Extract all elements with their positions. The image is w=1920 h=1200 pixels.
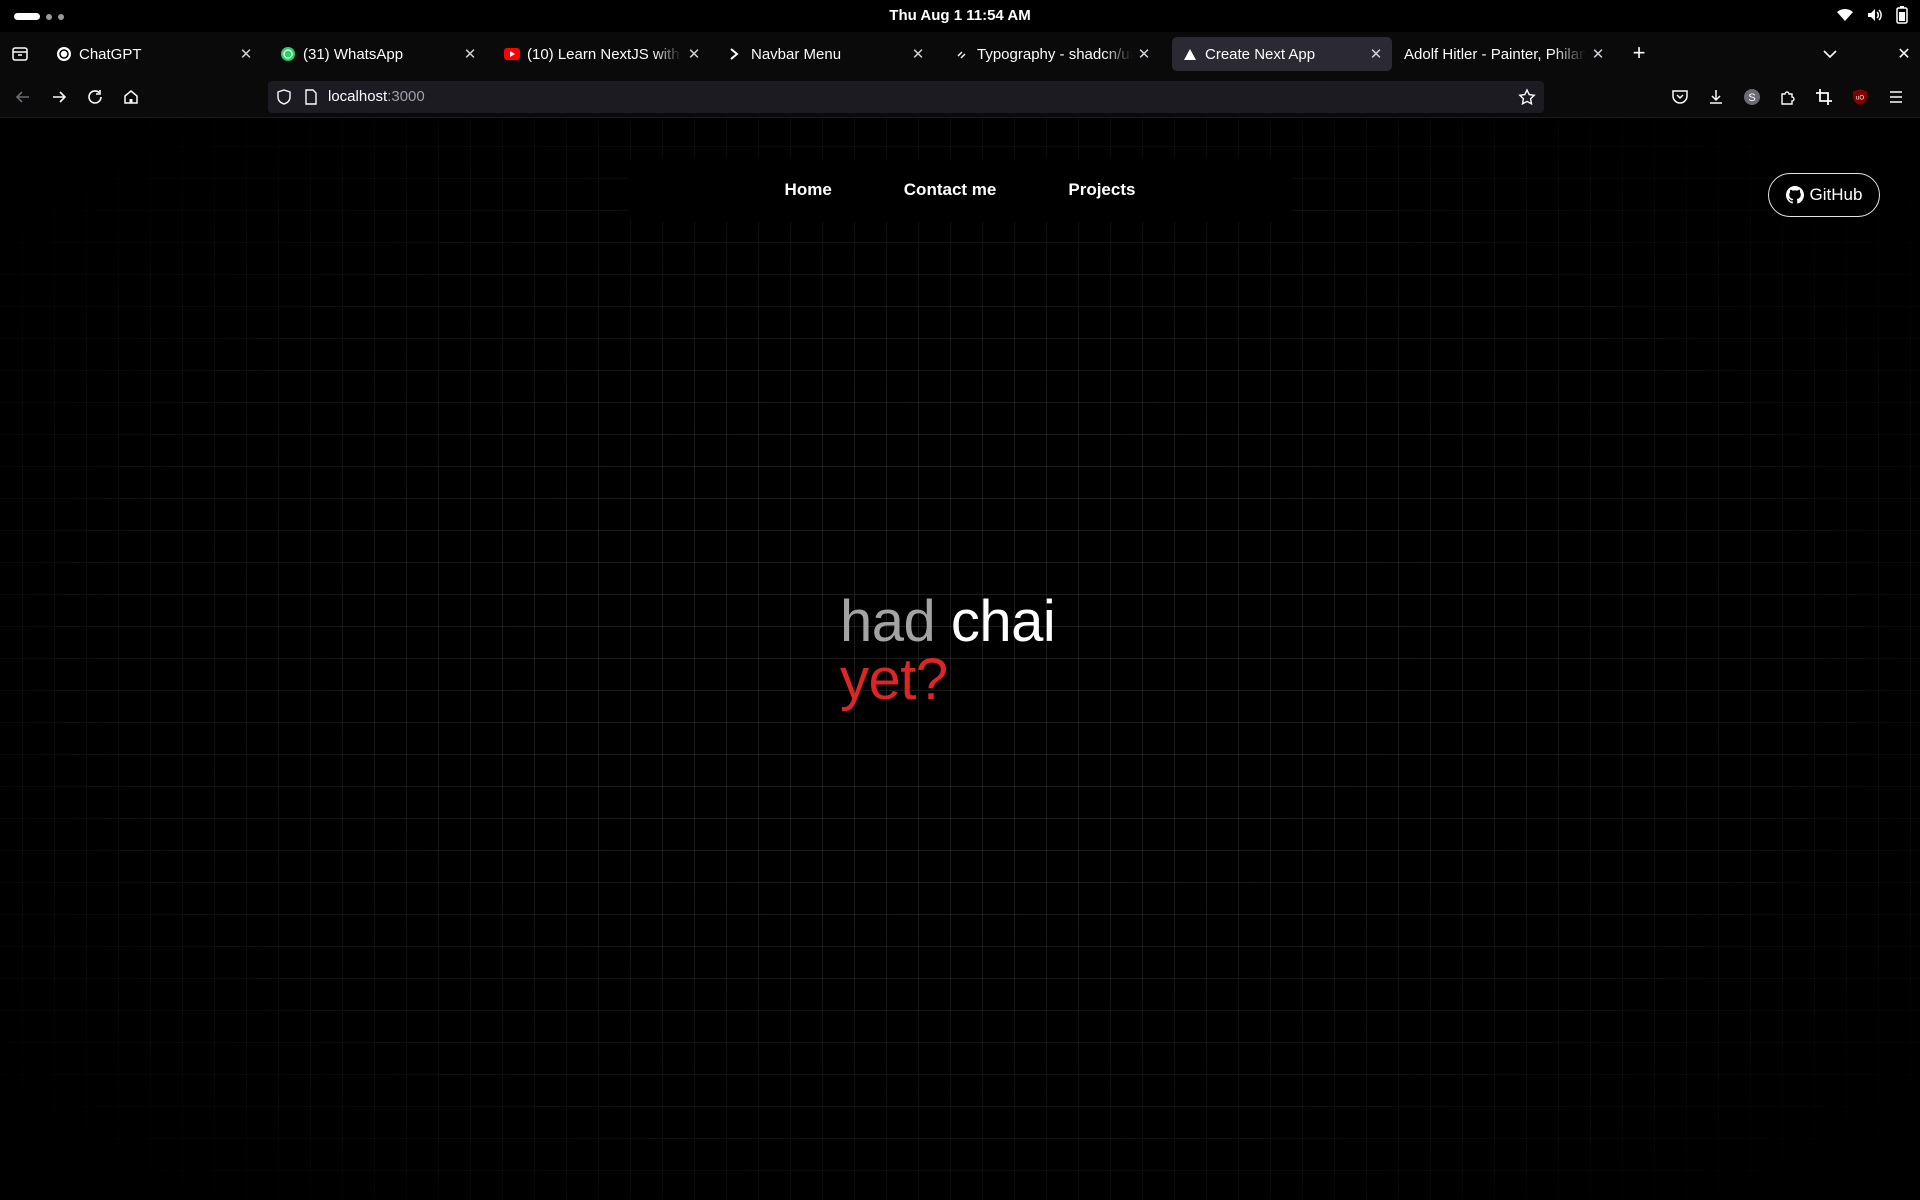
clock: Thu Aug 1 11:54 AM: [0, 7, 1920, 24]
svg-text:S: S: [1748, 92, 1755, 104]
hamburger-menu-icon: [1890, 91, 1902, 103]
github-button-label: GitHub: [1809, 185, 1863, 204]
back-arrow-icon: [15, 91, 29, 103]
page-viewport: Home Contact me Projects GitHub had chai…: [0, 118, 1920, 1200]
hero-word-had: had: [840, 589, 936, 654]
workspace-indicator: [46, 13, 52, 20]
hero-line-1: had chai: [840, 593, 1056, 651]
downloads-button[interactable]: [1704, 85, 1728, 109]
hero-word-yet: yet?: [840, 647, 948, 712]
browser-toolbar: localhost:3000 S uO: [0, 76, 1920, 118]
hero-headline: had chai yet?: [840, 593, 1056, 712]
tracking-protection-shield-icon[interactable]: [276, 89, 292, 105]
extension-s-icon: S: [1744, 89, 1760, 105]
tab-title: Create Next App: [1205, 45, 1316, 63]
bookmark-star-icon[interactable]: [1518, 88, 1536, 106]
puzzle-piece-icon: [1781, 91, 1795, 105]
firefox-view-icon: [12, 47, 28, 61]
forward-arrow-icon: [53, 91, 67, 103]
tab-create-next-app[interactable]: Create Next App ✕: [1172, 37, 1392, 71]
workspace-indicator: [58, 13, 64, 20]
screenshot-button[interactable]: [1812, 85, 1836, 109]
app-menu-button[interactable]: [1884, 85, 1908, 109]
tab-navbar-menu[interactable]: Navbar Menu ✕: [718, 37, 934, 71]
browser-tab-strip: ChatGPT ✕ (31) WhatsApp ✕ (10) Learn Nex…: [0, 32, 1920, 76]
download-icon: [1710, 90, 1722, 104]
forward-button[interactable]: [47, 85, 71, 109]
reload-button[interactable]: [83, 85, 107, 109]
tab-title: (31) WhatsApp: [303, 45, 404, 63]
whatsapp-icon: [280, 46, 296, 62]
url-port: :3000: [387, 88, 425, 105]
tab-whatsapp[interactable]: (31) WhatsApp ✕: [270, 37, 486, 71]
nav-link-projects[interactable]: Projects: [1068, 180, 1135, 200]
system-tray[interactable]: [1836, 6, 1908, 24]
ublock-origin-icon: uO: [1853, 89, 1867, 105]
url-text[interactable]: localhost:3000: [328, 88, 425, 105]
address-bar[interactable]: localhost:3000: [268, 81, 1544, 113]
nav-link-home[interactable]: Home: [785, 180, 832, 200]
terminal-icon: [728, 46, 744, 62]
close-tab-icon[interactable]: ✕: [1586, 42, 1610, 66]
workspace-active-indicator: [14, 13, 40, 20]
reload-icon: [88, 90, 102, 104]
tab-title: Adolf Hitler - Painter, Philant: [1404, 45, 1586, 63]
system-top-bar: Thu Aug 1 11:54 AM: [0, 0, 1920, 32]
close-tab-icon[interactable]: ✕: [234, 42, 258, 66]
close-tab-icon[interactable]: ✕: [906, 42, 930, 66]
chatgpt-icon: [56, 46, 72, 62]
tab-chatgpt[interactable]: ChatGPT ✕: [46, 37, 262, 71]
tab-youtube[interactable]: (10) Learn NextJS with Ad ✕: [494, 37, 710, 71]
tab-title: ChatGPT: [79, 45, 142, 63]
site-navbar: Home Contact me Projects: [628, 158, 1292, 222]
github-button[interactable]: GitHub: [1768, 173, 1880, 217]
close-tab-icon[interactable]: ✕: [1132, 42, 1156, 66]
extension-button[interactable]: S: [1740, 85, 1764, 109]
back-button[interactable]: [11, 85, 35, 109]
pocket-icon: [1672, 90, 1688, 104]
home-icon: [124, 90, 138, 104]
hero-word-chai: chai: [950, 589, 1056, 654]
page-info-icon[interactable]: [304, 89, 318, 105]
vercel-triangle-icon: [1182, 46, 1198, 62]
clock-text[interactable]: Thu Aug 1 11:54 AM: [889, 7, 1030, 24]
shadcn-icon: [954, 46, 970, 62]
new-tab-button[interactable]: +: [1627, 42, 1651, 66]
battery-icon: [1896, 6, 1908, 24]
wifi-icon: [1837, 8, 1853, 21]
tab-typography-shadcn[interactable]: Typography - shadcn/ui ✕: [944, 37, 1160, 71]
tab-title: Navbar Menu: [751, 45, 842, 63]
close-tab-icon[interactable]: ✕: [682, 42, 706, 66]
tab-title: Typography - shadcn/ui: [977, 45, 1132, 63]
activities-indicator[interactable]: [14, 13, 64, 20]
firefox-view-button[interactable]: [10, 44, 30, 64]
list-all-tabs-button[interactable]: [1818, 44, 1842, 64]
ublock-origin-button[interactable]: uO: [1848, 85, 1872, 109]
volume-icon: [1868, 9, 1882, 21]
chevron-down-icon: [1823, 50, 1837, 59]
window-close-button[interactable]: ✕: [1894, 44, 1914, 64]
tab-title: (10) Learn NextJS with Ad: [527, 45, 682, 63]
youtube-icon: [504, 46, 520, 62]
github-icon: [1785, 186, 1804, 204]
close-icon: ✕: [1897, 46, 1911, 63]
pocket-button[interactable]: [1668, 85, 1692, 109]
home-button[interactable]: [119, 85, 143, 109]
tab-adolf-hitler[interactable]: Adolf Hitler - Painter, Philant ✕: [1394, 37, 1614, 71]
extensions-menu-button[interactable]: [1776, 85, 1800, 109]
crop-icon: [1816, 89, 1832, 105]
plus-icon: +: [1632, 40, 1646, 65]
svg-text:uO: uO: [1856, 96, 1864, 102]
url-host: localhost: [328, 88, 388, 105]
close-tab-icon[interactable]: ✕: [1364, 42, 1388, 66]
nav-link-contact[interactable]: Contact me: [904, 180, 997, 200]
close-tab-icon[interactable]: ✕: [458, 42, 482, 66]
